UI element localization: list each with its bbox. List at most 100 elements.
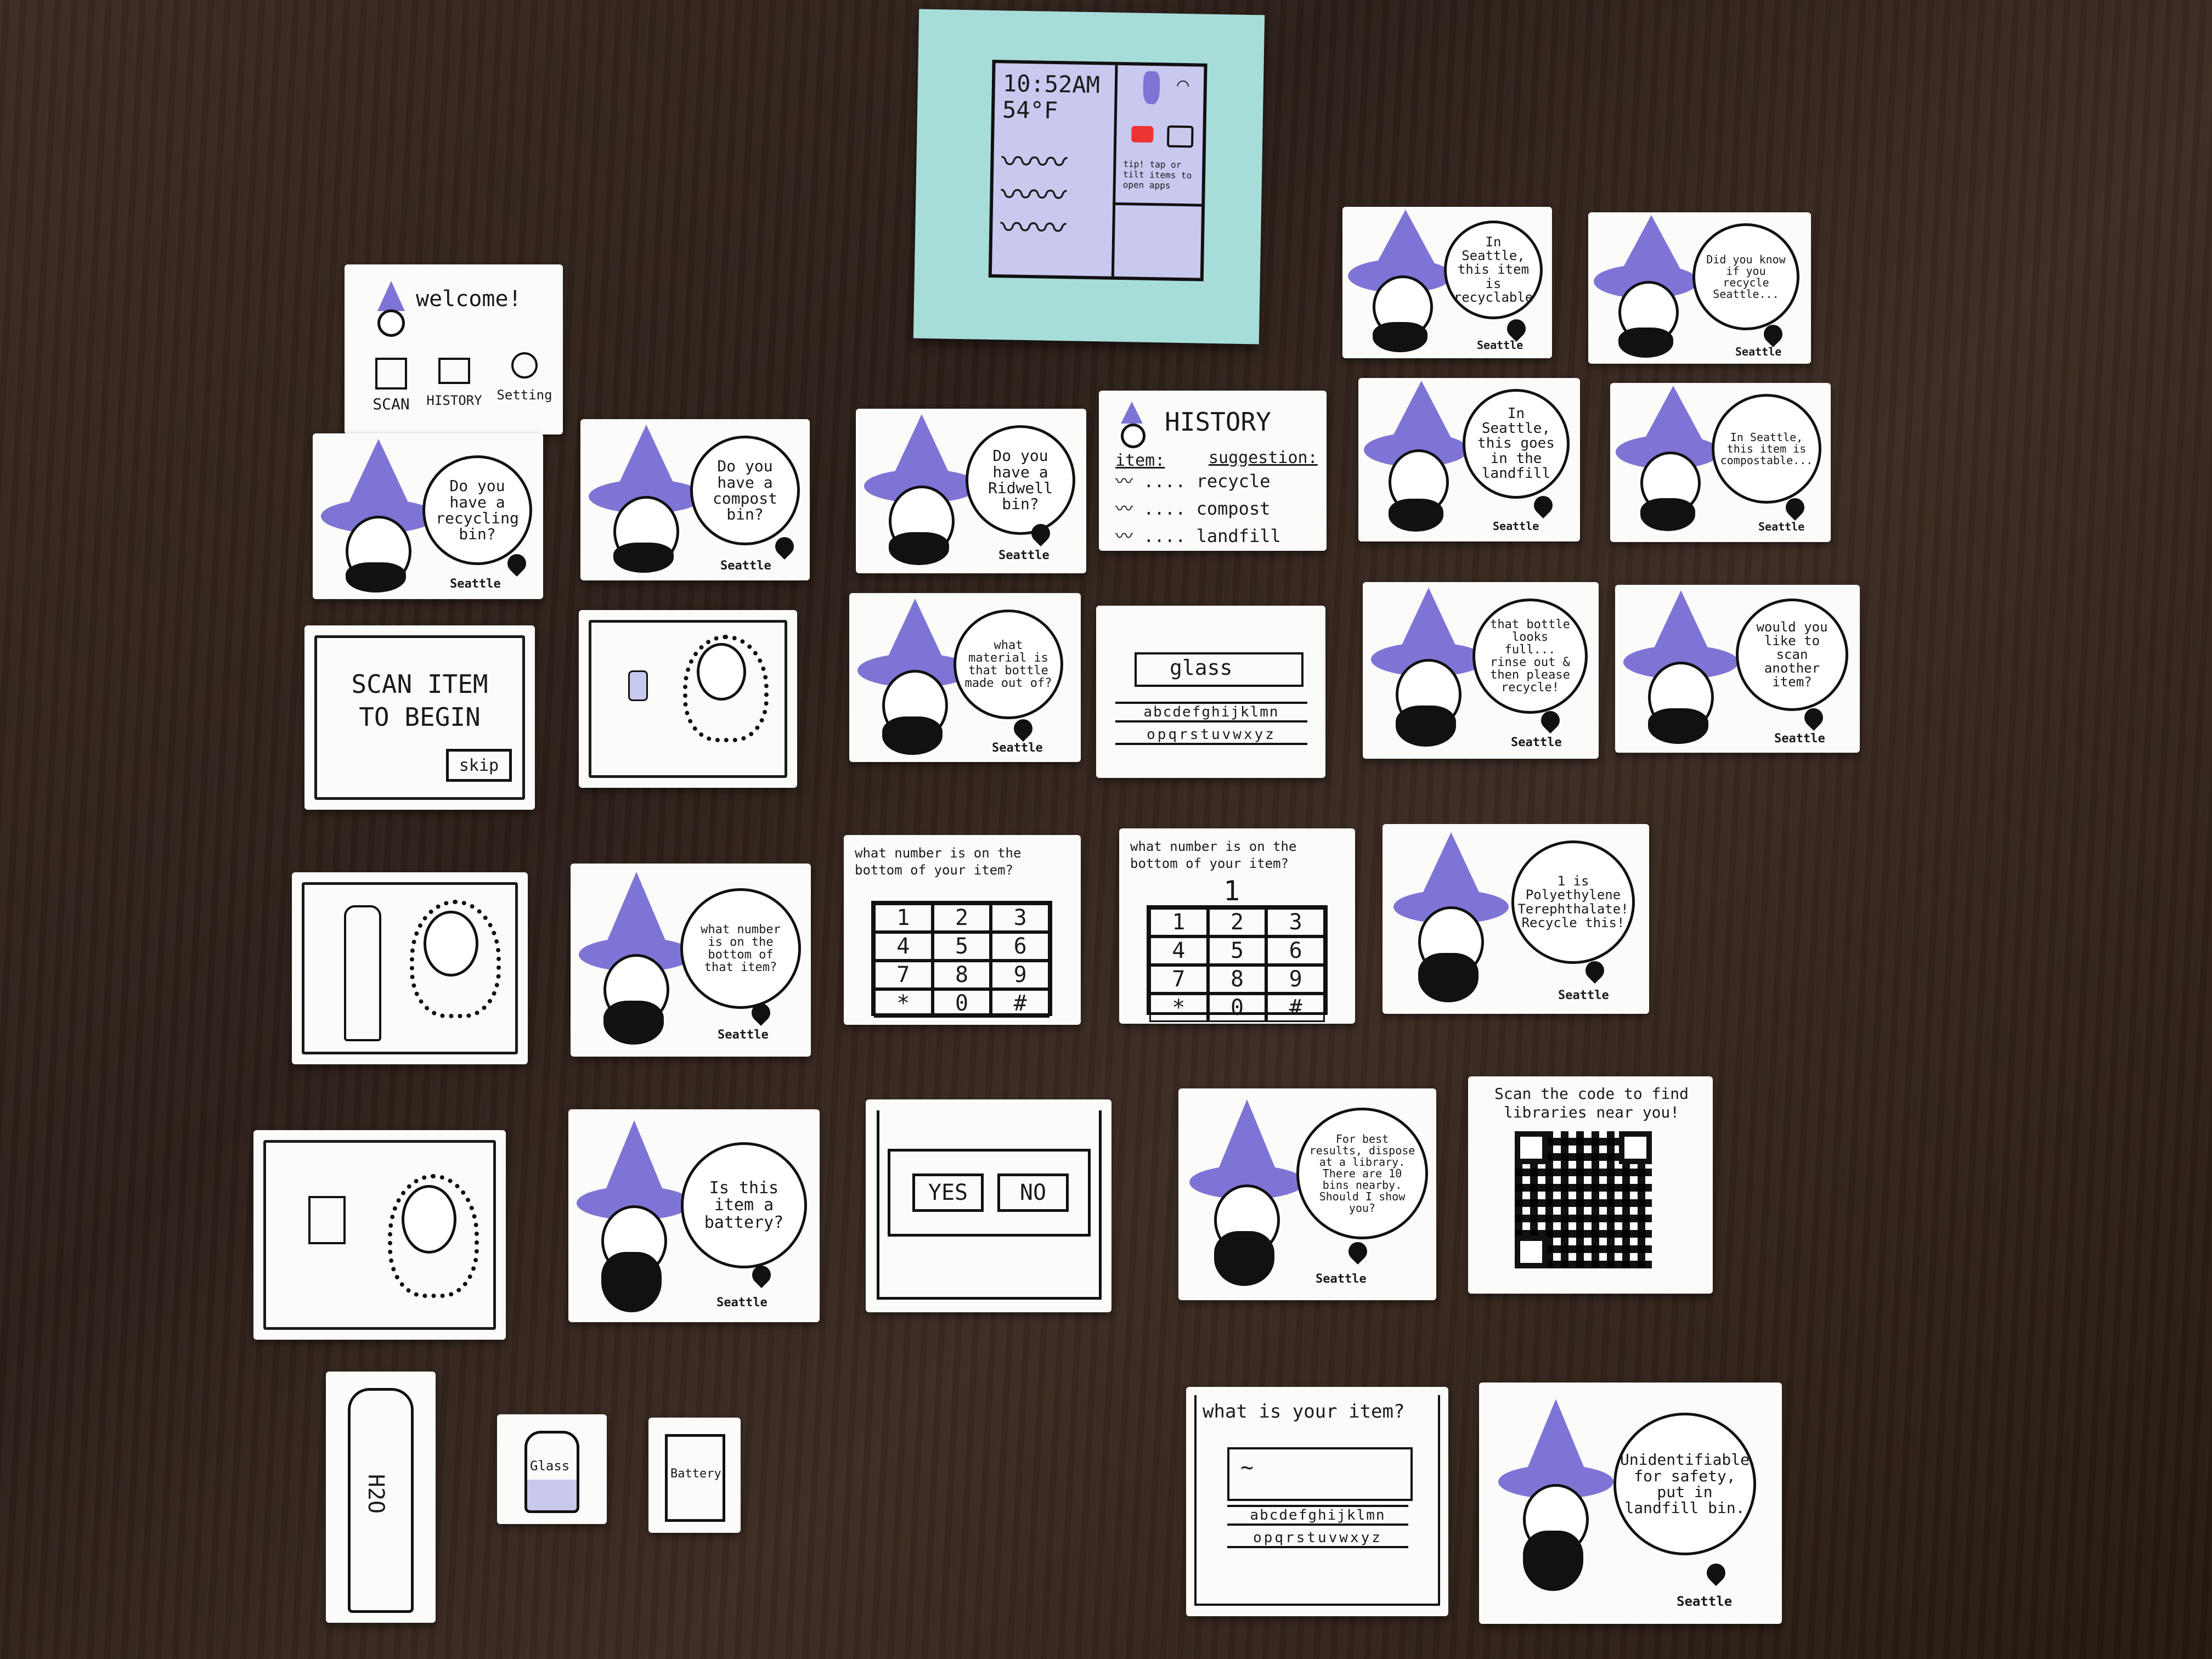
keypad-key[interactable]: 3 [991, 904, 1049, 932]
keypad-key[interactable]: 2 [1207, 908, 1267, 936]
keypad-key[interactable]: 8 [932, 961, 991, 989]
scan-begin-card: SCAN ITEM TO BEGIN skip [304, 625, 535, 810]
keypad-key[interactable]: 4 [1149, 936, 1208, 965]
keypad-key[interactable]: 9 [991, 961, 1049, 989]
tip-text: tip! tap or tilt items to open apps [1122, 159, 1192, 191]
location-pin-icon [1702, 1559, 1730, 1587]
city-label: Seattle [1735, 345, 1782, 358]
history-row-compost[interactable]: 〰 .... compost [1115, 495, 1270, 520]
location-pin-icon [1344, 1238, 1372, 1265]
wizard-beard-icon [1640, 498, 1695, 531]
keypad-key[interactable]: # [991, 989, 1049, 1018]
speech-bubble: Unidentifiable for safety, put in landfi… [1613, 1413, 1756, 1555]
wizard-beard-icon [882, 716, 943, 755]
gear-icon [511, 352, 538, 379]
scan-icon [375, 358, 407, 390]
history-row-landfill[interactable]: 〰 .... landfill [1115, 522, 1281, 548]
camera-card-bottle [292, 872, 528, 1064]
history-row-recycle[interactable]: 〰 .... recycle [1115, 467, 1270, 493]
bottle-label: H2O [363, 1474, 389, 1514]
text-input-card-glass: glass abcdefghijklmn opqrstuvwxyz [1096, 606, 1325, 778]
wizard-card-compost-bin: Do you have a compost bin? Seattle [580, 419, 810, 580]
scan-line2: TO BEGIN [359, 702, 481, 732]
wizard-beard-icon [346, 562, 406, 592]
city-label: Seattle [998, 549, 1049, 562]
wizard-beard-icon [1389, 499, 1443, 532]
keypad-key[interactable]: 5 [1207, 936, 1267, 965]
battery-label: Battery [670, 1467, 721, 1481]
wizard-beard-icon [1214, 1231, 1274, 1286]
bottle-item [344, 905, 381, 1041]
city-label: Seattle [1511, 736, 1562, 749]
city-label: Seattle [1558, 989, 1609, 1002]
speech-bubble: In Seattle, this item is compostable... [1712, 394, 1821, 504]
qr-code[interactable] [1515, 1131, 1652, 1268]
yes-no-border [877, 1110, 1102, 1300]
keypad-key[interactable]: 7 [874, 961, 933, 989]
keypad-key[interactable]: * [874, 989, 933, 1018]
history-tab[interactable]: HISTORY [421, 358, 487, 408]
widget-box [1111, 202, 1202, 281]
keypad-key[interactable]: 6 [1266, 936, 1325, 965]
keypad-card-entered: what number is on the bottom of your ite… [1119, 828, 1355, 1024]
keypad-grid[interactable]: 1 2 3 4 5 6 7 8 9 * 0 # [871, 901, 1052, 1018]
battery-item [308, 1196, 346, 1244]
qr-finder-bl [1515, 1235, 1548, 1268]
scan-label: SCAN [373, 395, 410, 413]
keyboard-row-1[interactable]: abcdefghijklmn [1115, 702, 1307, 723]
keypad-key[interactable]: 0 [932, 989, 991, 1018]
history-icon [438, 358, 470, 384]
speech-bubble: For best results, dispose at a library. … [1296, 1108, 1428, 1239]
skip-button[interactable]: skip [446, 749, 512, 782]
youtube-icon[interactable] [1131, 126, 1154, 143]
speech-bubble: Is this item a battery? [681, 1142, 807, 1268]
wizard-card-bottle-material: what material is that bottle made out of… [849, 593, 1081, 762]
keyboard-row-2[interactable]: opqrstuvwxyz [1115, 726, 1307, 745]
city-label: Seattle [1774, 732, 1825, 746]
camera-icon[interactable] [1166, 125, 1194, 148]
keypad-key[interactable]: 6 [991, 932, 1049, 961]
keypad-key[interactable]: 7 [1149, 965, 1208, 994]
wizard-beard-icon [1618, 328, 1673, 358]
welcome-title: welcome! [416, 286, 522, 312]
history-row-compost-label: compost [1196, 498, 1271, 519]
wifi-icon: ◠ [1176, 76, 1190, 95]
speech-bubble: Do you have a recycling bin? [422, 455, 532, 565]
tablet-screen: 10:52AM 54°F 〰〰 〰〰 〰〰 ◠ tip! tap or tilt i… [988, 59, 1207, 281]
wizard-card-landfill: In Seattle, this goes in the landfill Se… [1358, 378, 1580, 541]
keypad-key[interactable]: 3 [1266, 908, 1325, 936]
city-label: Seattle [1316, 1272, 1367, 1286]
keypad-key[interactable]: 2 [932, 904, 991, 932]
keypad-key[interactable]: 1 [874, 904, 933, 932]
history-col-suggestion: suggestion: [1209, 448, 1318, 467]
speech-bubble: what material is that bottle made out of… [953, 610, 1063, 719]
wizard-card-number-bottom: what number is on the bottom of that ite… [571, 864, 811, 1057]
scan-tab[interactable]: SCAN [361, 358, 421, 413]
keypad-entered-value: 1 [1223, 875, 1240, 907]
wizard-beard-icon [603, 1001, 664, 1045]
wizard-card-compostable: In Seattle, this item is compostable... … [1610, 383, 1831, 542]
keypad-key[interactable]: 4 [874, 932, 933, 961]
speech-bubble: Do you have a compost bin? [690, 436, 800, 545]
speech-bubble: In Seattle, this goes in the landfill [1463, 389, 1570, 499]
setting-tab[interactable]: Setting [492, 352, 557, 403]
keypad-grid[interactable]: 1 2 3 4 5 6 7 8 9 * 0 # [1147, 905, 1328, 1022]
person-hair [388, 1174, 479, 1298]
city-label: Seattle [992, 741, 1043, 755]
text-input-card-what-item: what is your item? ~ abcdefghijklmn opqr… [1186, 1387, 1448, 1616]
city-label: Seattle [720, 559, 771, 573]
keypad-key[interactable]: 1 [1149, 908, 1208, 936]
wizard-card-battery: Is this item a battery? Seattle [568, 1109, 820, 1322]
jar-item [628, 670, 648, 701]
keypad-key[interactable]: 0 [1207, 994, 1267, 1022]
keypad-question: what number is on the bottom of your ite… [855, 845, 1022, 878]
keypad-key[interactable]: # [1266, 994, 1325, 1022]
text-input-box[interactable]: glass [1135, 652, 1304, 687]
keypad-key[interactable]: 8 [1207, 965, 1267, 994]
keypad-key[interactable]: 9 [1266, 965, 1325, 994]
city-label: Seattle [1677, 1594, 1733, 1609]
keypad-key[interactable]: 5 [932, 932, 991, 961]
wizard-beard-icon [601, 1252, 662, 1312]
wizard-card-scan-another: would you like to scan another item? Sea… [1615, 585, 1860, 753]
keypad-key[interactable]: * [1149, 994, 1208, 1022]
